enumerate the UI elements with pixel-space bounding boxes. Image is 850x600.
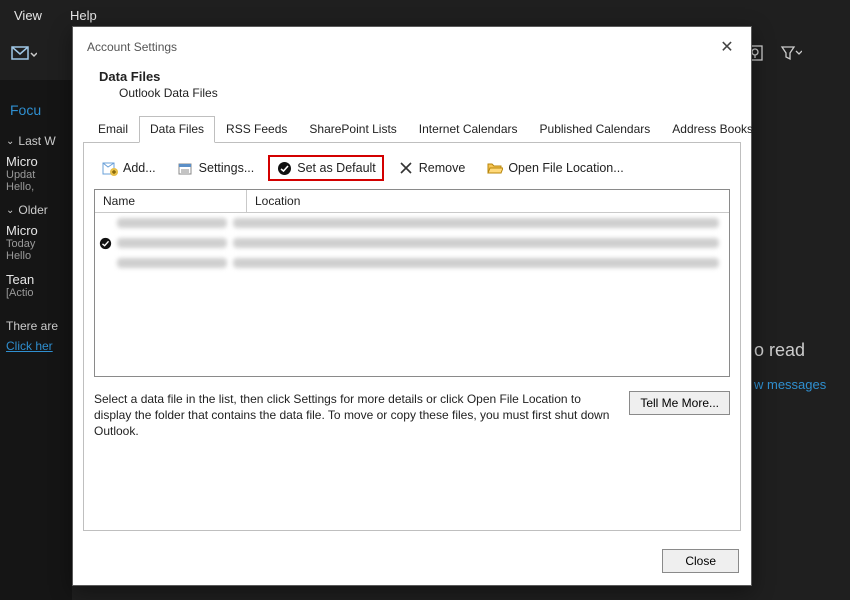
tab-panel-data-files: Add... Settings... Set as Default Remove [83,143,741,531]
tab-published-calendars[interactable]: Published Calendars [529,116,662,143]
dialog-tabs: Email Data Files RSS Feeds SharePoint Li… [83,116,741,143]
data-files-toolbar: Add... Settings... Set as Default Remove [94,153,730,189]
dialog-header: Data Files Outlook Data Files [73,63,751,116]
data-file-name [117,238,227,248]
message-preview: Hello [6,250,66,262]
data-file-row[interactable] [95,253,729,273]
chevron-down-icon: ⌄ [6,136,14,147]
section-older[interactable]: ⌄Older [6,203,66,217]
section-last-week[interactable]: ⌄Last W [6,134,66,148]
message-item[interactable]: Micro [6,223,66,238]
settings-icon [178,160,194,176]
default-indicator [95,237,115,250]
set-default-label: Set as Default [297,161,376,175]
dialog-title: Account Settings [87,40,177,54]
data-file-row[interactable] [95,233,729,253]
checkmark-circle-icon [276,160,292,176]
open-file-location-label: Open File Location... [508,161,623,175]
column-location[interactable]: Location [247,190,729,212]
remove-label: Remove [419,161,466,175]
tab-sharepoint-lists[interactable]: SharePoint Lists [298,116,407,143]
list-header: Name Location [95,190,729,213]
message-preview: Hello, [6,181,66,193]
column-name[interactable]: Name [95,190,247,212]
message-item[interactable]: Tean [6,272,66,287]
mail-list-sidebar: Focu ⌄Last W Micro Updat Hello, ⌄Older M… [0,80,72,600]
message-item[interactable]: Micro [6,154,66,169]
data-file-name [117,258,227,268]
message-subject: Today [6,238,66,250]
open-file-location-button[interactable]: Open File Location... [479,155,631,181]
remove-icon [398,160,414,176]
message-subject: Updat [6,169,66,181]
data-file-location [233,238,719,248]
data-file-location [233,218,719,228]
data-file-name [117,218,227,228]
folder-open-icon [487,160,503,176]
reading-pane: o read w messages [750,80,850,600]
tab-email[interactable]: Email [87,116,139,143]
nothing-to-read: o read [750,340,850,361]
new-messages-link[interactable]: w messages [750,377,850,392]
click-here-link[interactable]: Click her [6,339,66,353]
header-secondary: Outlook Data Files [119,86,737,100]
data-files-list: Name Location [94,189,730,377]
account-settings-dialog: Account Settings ✕ Data Files Outlook Da… [72,26,752,586]
focused-tab[interactable]: Focu [10,102,66,118]
tab-address-books[interactable]: Address Books [661,116,764,143]
help-text: Select a data file in the list, then cli… [94,391,619,440]
menu-help[interactable]: Help [70,8,97,23]
header-primary: Data Files [99,69,737,84]
more-items-text: There are [6,319,66,333]
message-subject: [Actio [6,287,66,299]
settings-button[interactable]: Settings... [170,155,263,181]
new-mail-dropdown[interactable] [8,39,40,71]
tab-rss-feeds[interactable]: RSS Feeds [215,116,298,143]
add-icon [102,160,118,176]
remove-button[interactable]: Remove [390,155,474,181]
set-default-button[interactable]: Set as Default [268,155,384,181]
close-icon[interactable]: ✕ [715,35,739,59]
add-button[interactable]: Add... [94,155,164,181]
menu-view[interactable]: View [14,8,42,23]
tell-me-more-button[interactable]: Tell Me More... [629,391,730,415]
close-button[interactable]: Close [662,549,739,573]
data-file-row[interactable] [95,213,729,233]
tab-data-files[interactable]: Data Files [139,116,215,143]
data-file-location [233,258,719,268]
tab-internet-calendars[interactable]: Internet Calendars [408,116,529,143]
chevron-down-icon: ⌄ [6,205,14,216]
settings-label: Settings... [199,161,255,175]
filter-icon[interactable] [780,44,802,67]
add-label: Add... [123,161,156,175]
